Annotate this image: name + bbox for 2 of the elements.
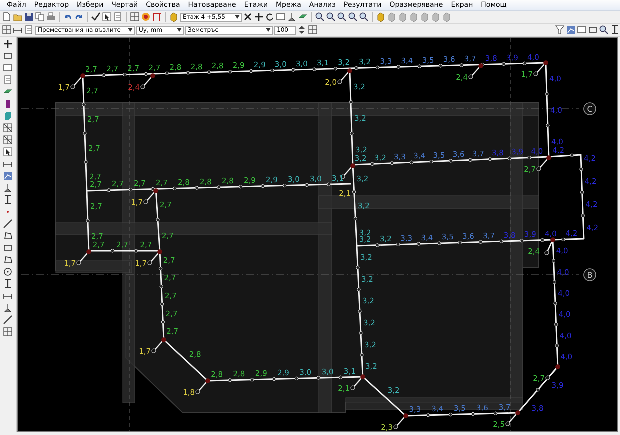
axis-label: C — [587, 105, 593, 114]
axis-label: B — [587, 271, 593, 280]
